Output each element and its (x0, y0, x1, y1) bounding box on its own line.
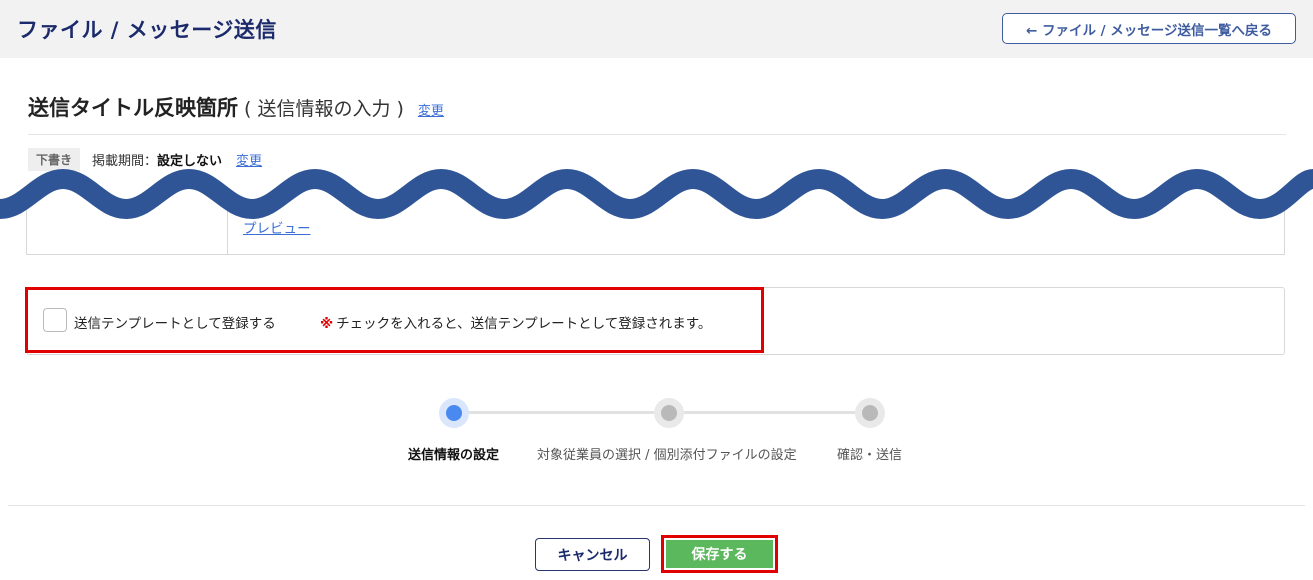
save-button-label: 保存する (691, 547, 748, 563)
cancel-button[interactable]: キャンセル (535, 538, 650, 571)
step-3-label: 確認・送信 (837, 448, 903, 463)
highlight-box (25, 287, 764, 353)
step-1-label: 送信情報の設定 (408, 448, 500, 463)
page-title: ファイル / メッセージ送信 (17, 18, 277, 42)
back-button-label: ← ファイル / メッセージ送信一覧へ戻る (1025, 22, 1273, 39)
section-title: 送信タイトル反映箇所 ( 送信情報の入力 ) 変更 (28, 92, 444, 122)
step-2-indicator (654, 398, 684, 428)
section-subtitle: ( 送信情報の入力 ) (244, 98, 404, 120)
wave-cut-marker (0, 168, 1313, 220)
send-title: 送信タイトル反映箇所 (28, 96, 238, 120)
stepper-line-2 (669, 411, 870, 414)
step-2-label: 対象従業員の選択 / 個別添付ファイルの設定 (537, 448, 797, 463)
divider (28, 134, 1286, 135)
footer-divider (8, 505, 1305, 506)
cancel-button-label: キャンセル (557, 547, 628, 564)
back-to-list-button[interactable]: ← ファイル / メッセージ送信一覧へ戻る (1002, 13, 1296, 44)
header-bar: ファイル / メッセージ送信 ← ファイル / メッセージ送信一覧へ戻る (0, 0, 1313, 58)
step-1-indicator (439, 398, 469, 428)
step-3-indicator (855, 398, 885, 428)
stepper-line-1 (455, 411, 669, 414)
save-button[interactable]: 保存する (661, 535, 778, 573)
change-title-link[interactable]: 変更 (418, 100, 444, 119)
